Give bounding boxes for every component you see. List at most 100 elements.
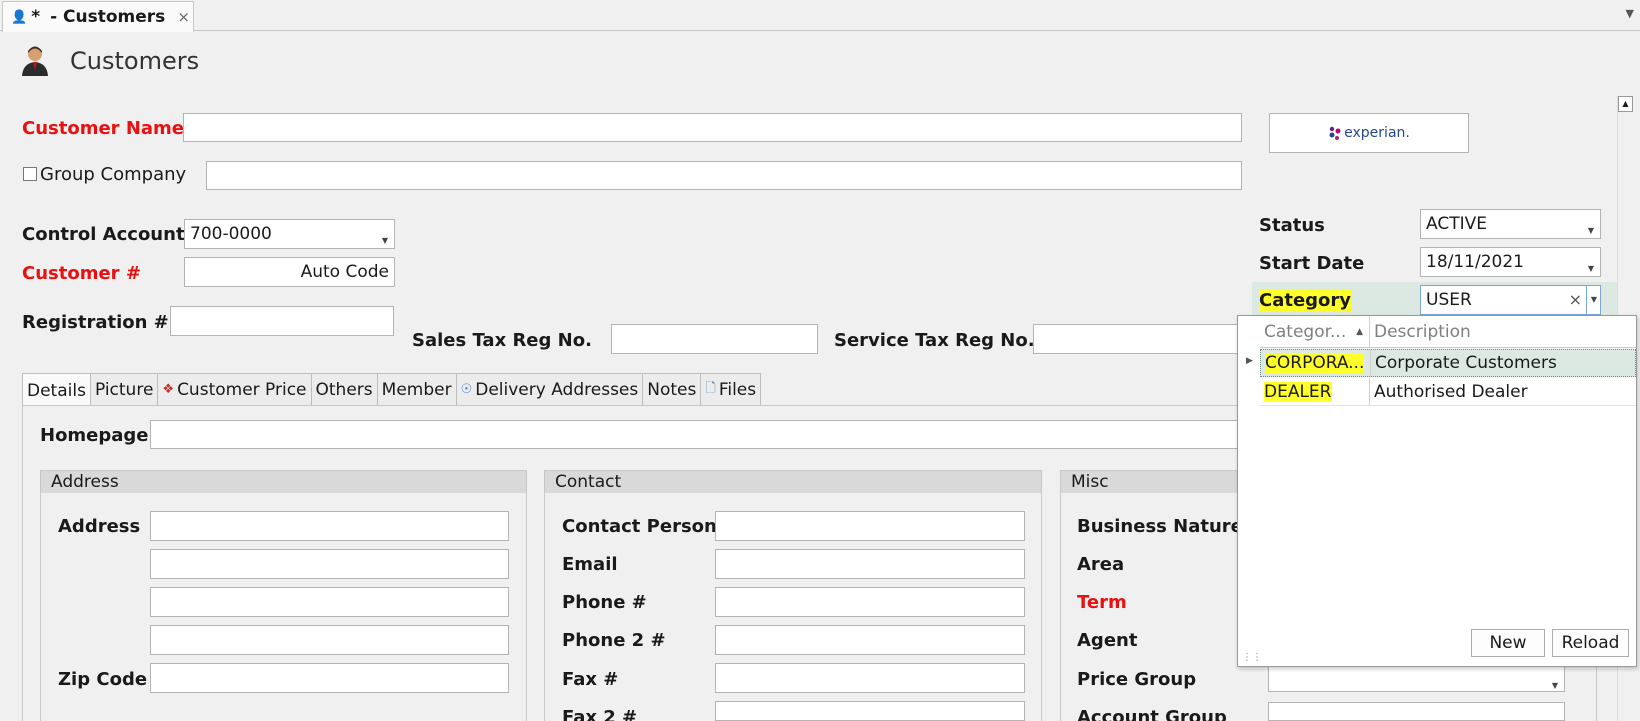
fax-2-input[interactable] <box>715 701 1025 721</box>
chevron-down-icon: ▼ <box>1590 295 1597 304</box>
sales-tax-input[interactable] <box>611 324 818 354</box>
new-category-button[interactable]: New <box>1471 629 1545 657</box>
tab-files-label: Files <box>718 379 757 400</box>
resize-grip-icon[interactable]: ⋮⋮ <box>1242 652 1262 663</box>
tab-others-label: Others <box>315 379 373 400</box>
globe-icon: ☉ <box>460 382 473 397</box>
account-group-label: Account Group <box>1077 707 1227 721</box>
service-tax-label: Service Tax Reg No. <box>834 330 1035 351</box>
table-row[interactable]: CORPORA... Corporate Customers <box>1260 349 1636 377</box>
sales-tax-label: Sales Tax Reg No. <box>412 330 592 351</box>
category-value: USER <box>1426 290 1472 310</box>
customer-icon: 👤 <box>11 9 28 25</box>
category-description-cell: Authorised Dealer <box>1374 381 1528 402</box>
address-line-1-input[interactable] <box>150 511 509 541</box>
document-tab-customers[interactable]: 👤 * - Customers × <box>2 1 194 32</box>
status-value: ACTIVE <box>1426 214 1487 234</box>
group-company-checkbox[interactable] <box>23 167 37 181</box>
clear-icon[interactable]: × <box>1569 288 1582 312</box>
tab-member[interactable]: Member <box>377 373 457 406</box>
group-company-input[interactable] <box>206 161 1242 190</box>
phone-2-input[interactable] <box>715 625 1025 655</box>
customer-name-input[interactable] <box>183 113 1242 142</box>
tab-picture-label: Picture <box>94 379 154 400</box>
chevron-down-icon: ▼ <box>1587 264 1594 273</box>
tab-delivery-addresses-label: Delivery Addresses <box>475 379 639 400</box>
price-group-select[interactable]: ▼ <box>1268 664 1565 692</box>
registration-label: Registration # <box>22 312 169 333</box>
control-account-select[interactable]: 700-0000 ▼ <box>184 219 395 249</box>
category-code-column-label: Categor... <box>1264 321 1347 342</box>
category-code-cell: DEALER <box>1260 378 1370 405</box>
tab-notes-label: Notes <box>647 379 697 400</box>
area-label: Area <box>1077 554 1125 575</box>
category-dropdown-button[interactable]: ▼ <box>1586 285 1601 315</box>
start-date-label: Start Date <box>1259 253 1365 274</box>
document-tab-strip: 👤 * - Customers × ▼ <box>0 0 1640 32</box>
close-tab-button[interactable]: × <box>177 8 190 26</box>
tab-others[interactable]: Others <box>311 373 378 406</box>
group-company-label: Group Company <box>40 164 187 185</box>
homepage-input[interactable] <box>150 420 1240 449</box>
table-row[interactable]: DEALER Authorised Dealer <box>1260 378 1636 406</box>
price-tag-icon: ❖ <box>162 382 175 397</box>
page-title: Customers <box>70 47 200 75</box>
start-date-picker[interactable]: 18/11/2021 ▼ <box>1420 247 1601 277</box>
account-group-select[interactable] <box>1268 702 1565 721</box>
sort-ascending-icon: ▲ <box>1356 326 1363 337</box>
customer-number-input[interactable]: Auto Code <box>184 257 395 287</box>
customer-name-label: Customer Name <box>22 118 184 139</box>
tab-details[interactable]: Details <box>22 373 91 407</box>
phone-2-label: Phone 2 # <box>562 630 666 651</box>
chevron-down-icon: ▼ <box>1551 681 1558 690</box>
contact-person-label: Contact Person <box>562 516 717 537</box>
description-column-header[interactable]: Description <box>1370 316 1636 347</box>
tab-notes[interactable]: Notes <box>643 373 702 406</box>
registration-input[interactable] <box>170 306 394 336</box>
customer-number-label: Customer # <box>22 263 141 284</box>
address-label: Address <box>58 516 141 537</box>
experian-button[interactable]: experian. <box>1269 113 1469 153</box>
tab-delivery-addresses[interactable]: ☉ Delivery Addresses <box>456 373 644 406</box>
tab-files[interactable]: 🗋 Files <box>701 373 762 406</box>
description-column-label: Description <box>1374 321 1471 342</box>
modified-marker: * <box>31 7 41 27</box>
reload-button[interactable]: Reload <box>1552 629 1629 657</box>
document-tab-title: - Customers <box>50 7 166 27</box>
address-line-2-input[interactable] <box>150 549 509 579</box>
address-line-3-input[interactable] <box>150 587 509 617</box>
homepage-label: Homepage <box>40 425 149 446</box>
category-description-cell: Corporate Customers <box>1375 353 1557 373</box>
tab-customer-price[interactable]: ❖ Customer Price <box>158 373 312 406</box>
address-line-4-input[interactable] <box>150 625 509 655</box>
experian-logo-icon <box>1328 126 1342 140</box>
category-grid-header: Categor... ▲ Description <box>1260 316 1636 348</box>
customer-avatar-icon <box>20 44 50 76</box>
business-nature-label: Business Nature <box>1077 516 1243 537</box>
service-tax-input[interactable] <box>1033 324 1238 354</box>
contact-group-title: Contact <box>545 471 1041 493</box>
fax-2-label: Fax 2 # <box>562 707 638 721</box>
control-account-label: Control Account <box>22 224 185 245</box>
category-dropdown-popup: Categor... ▲ Description ▶ CORPORA... Cor… <box>1237 315 1637 667</box>
tab-picture[interactable]: Picture <box>90 373 159 406</box>
zip-code-input[interactable] <box>150 663 509 693</box>
agent-label: Agent <box>1077 630 1138 651</box>
file-icon: 🗋 <box>705 380 716 396</box>
phone-input[interactable] <box>715 587 1025 617</box>
fax-input[interactable] <box>715 663 1025 693</box>
chevron-down-icon[interactable]: ▼ <box>1626 7 1634 20</box>
status-label: Status <box>1259 215 1325 236</box>
category-select[interactable]: USER × <box>1420 285 1587 315</box>
email-input[interactable] <box>715 549 1025 579</box>
scroll-up-arrow-icon[interactable]: ▲ <box>1618 96 1633 112</box>
control-account-value: 700-0000 <box>190 224 272 244</box>
contact-person-input[interactable] <box>715 511 1025 541</box>
phone-label: Phone # <box>562 592 647 613</box>
category-label: Category <box>1259 290 1352 311</box>
category-code-column-header[interactable]: Categor... ▲ <box>1260 316 1370 347</box>
start-date-value: 18/11/2021 <box>1426 252 1524 272</box>
tab-member-label: Member <box>381 379 452 400</box>
status-select[interactable]: ACTIVE ▼ <box>1420 209 1601 239</box>
tab-customer-price-label: Customer Price <box>177 379 307 400</box>
